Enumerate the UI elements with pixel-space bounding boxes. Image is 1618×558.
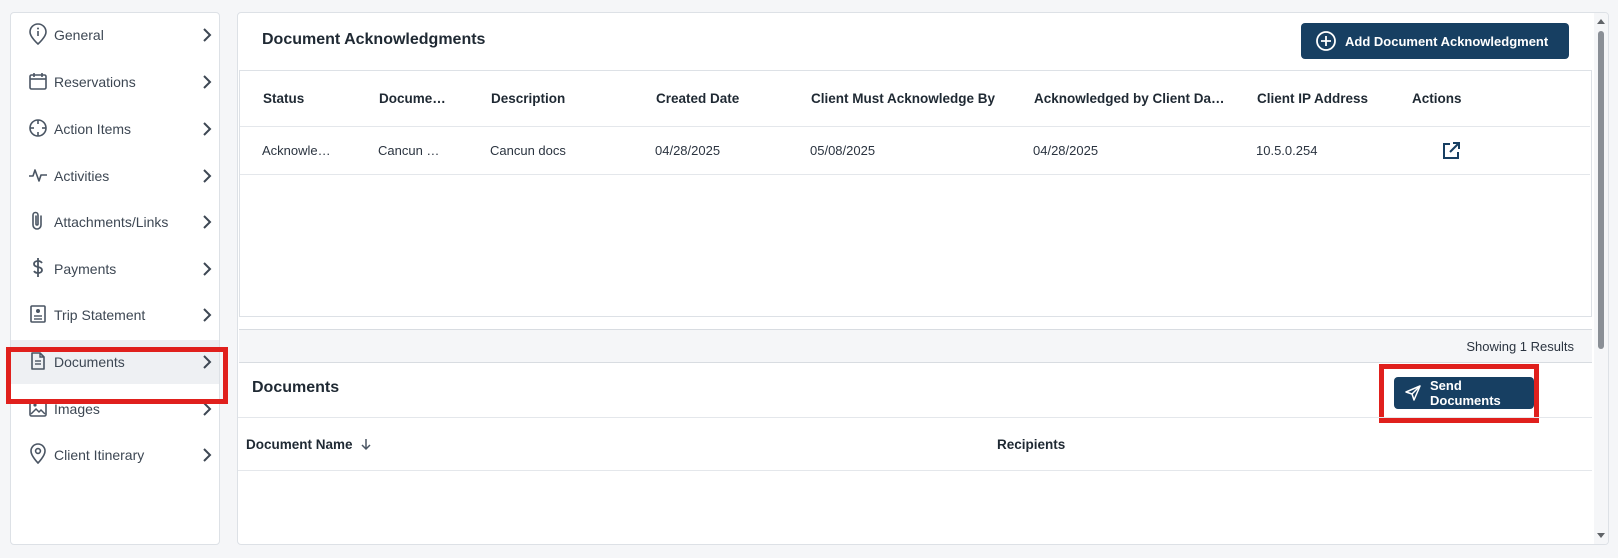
documents-highlight-box — [6, 347, 228, 404]
table-header-row: Status Docume… Description Created Date … — [240, 71, 1590, 127]
info-pin-icon — [27, 23, 49, 45]
crosshair-icon — [27, 117, 49, 139]
calendar-icon — [27, 70, 49, 92]
column-header-document[interactable]: Docume… — [379, 71, 446, 126]
column-header-actions: Actions — [1412, 91, 1462, 106]
acknowledgments-title: Document Acknowledgments — [262, 31, 486, 48]
sidebar-item-action-items[interactable]: Action Items — [11, 107, 219, 151]
sidebar-item-reservations[interactable]: Reservations — [11, 60, 219, 104]
sidebar-item-label: Activities — [54, 168, 110, 184]
sidebar-item-client-itinerary[interactable]: Client Itinerary — [11, 433, 219, 477]
documents-table-header: Document Name Recipients — [238, 417, 1592, 471]
column-header-client-ip[interactable]: Client IP Address — [1257, 71, 1368, 126]
sidebar-item-label: Attachments/Links — [54, 214, 169, 230]
scroll-up-icon[interactable] — [1597, 19, 1605, 24]
column-header-description[interactable]: Description — [491, 71, 565, 126]
arrow-down-icon — [361, 439, 371, 451]
sidebar-item-label: Trip Statement — [54, 307, 146, 323]
sidebar-item-trip-statement[interactable]: Trip Statement — [11, 293, 219, 337]
pulse-icon — [27, 164, 49, 186]
sidebar-nav: General Reservations Action Items Activi… — [10, 12, 220, 545]
cell-status: Acknowle… — [262, 143, 331, 158]
showing-results-text: Showing 1 Results — [1466, 339, 1574, 354]
chevron-right-icon — [197, 259, 217, 279]
sidebar-item-payments[interactable]: Payments — [11, 247, 219, 291]
scroll-down-icon[interactable] — [1597, 533, 1605, 538]
column-header-document-name[interactable]: Document Name — [246, 418, 373, 470]
open-external-icon[interactable] — [1441, 127, 1461, 174]
chevron-right-icon — [197, 212, 217, 232]
sidebar-item-general[interactable]: General — [11, 13, 219, 57]
chevron-right-icon — [197, 72, 217, 92]
sidebar-item-label: Reservations — [54, 74, 136, 90]
cell-acknowledged-date: 04/28/2025 — [1033, 143, 1099, 158]
acknowledgments-table: Status Docume… Description Created Date … — [239, 70, 1592, 317]
sidebar-item-label: General — [54, 27, 104, 43]
plus-circle-icon — [1315, 30, 1337, 52]
cell-description: Cancun docs — [490, 143, 566, 158]
sidebar-item-attachments[interactable]: Attachments/Links — [11, 200, 219, 244]
documents-title: Documents — [252, 379, 340, 396]
cell-must-acknowledge-by: 05/08/2025 — [810, 143, 876, 158]
sidebar-item-label: Payments — [54, 261, 117, 277]
vertical-scrollbar[interactable] — [1594, 13, 1608, 544]
chevron-right-icon — [197, 166, 217, 186]
chevron-right-icon — [197, 119, 217, 139]
location-pin-icon — [27, 443, 49, 465]
scroll-thumb[interactable] — [1598, 31, 1604, 349]
dollar-icon — [27, 257, 49, 279]
cell-created-date: 04/28/2025 — [655, 143, 721, 158]
document-name-label: Document Name — [246, 436, 353, 452]
sidebar-item-activities[interactable]: Activities — [11, 154, 219, 198]
sidebar-item-label: Client Itinerary — [54, 447, 145, 463]
chevron-right-icon — [197, 445, 217, 465]
send-documents-highlight-box — [1379, 364, 1539, 423]
column-header-must-acknowledge-by[interactable]: Client Must Acknowledge By — [811, 71, 995, 126]
main-panel: Document Acknowledgments Add Document Ac… — [237, 12, 1609, 545]
column-header-status[interactable]: Status — [263, 71, 304, 126]
paperclip-icon — [27, 210, 49, 232]
column-header-created-date[interactable]: Created Date — [656, 71, 739, 126]
cell-document: Cancun … — [378, 143, 440, 158]
add-document-acknowledgment-button[interactable]: Add Document Acknowledgment — [1301, 23, 1569, 59]
cell-client-ip: 10.5.0.254 — [1256, 143, 1318, 158]
chevron-right-icon — [197, 305, 217, 325]
column-header-recipients[interactable]: Recipients — [997, 418, 1065, 470]
sidebar-item-label: Action Items — [54, 121, 132, 137]
column-header-acknowledged-date[interactable]: Acknowledged by Client Da… — [1034, 71, 1225, 126]
add-button-label: Add Document Acknowledgment — [1345, 33, 1549, 49]
table-row[interactable]: Acknowle… Cancun … Cancun docs 04/28/202… — [240, 127, 1590, 175]
chevron-right-icon — [197, 25, 217, 45]
statement-icon — [27, 303, 49, 325]
results-footer: Showing 1 Results — [239, 329, 1592, 363]
